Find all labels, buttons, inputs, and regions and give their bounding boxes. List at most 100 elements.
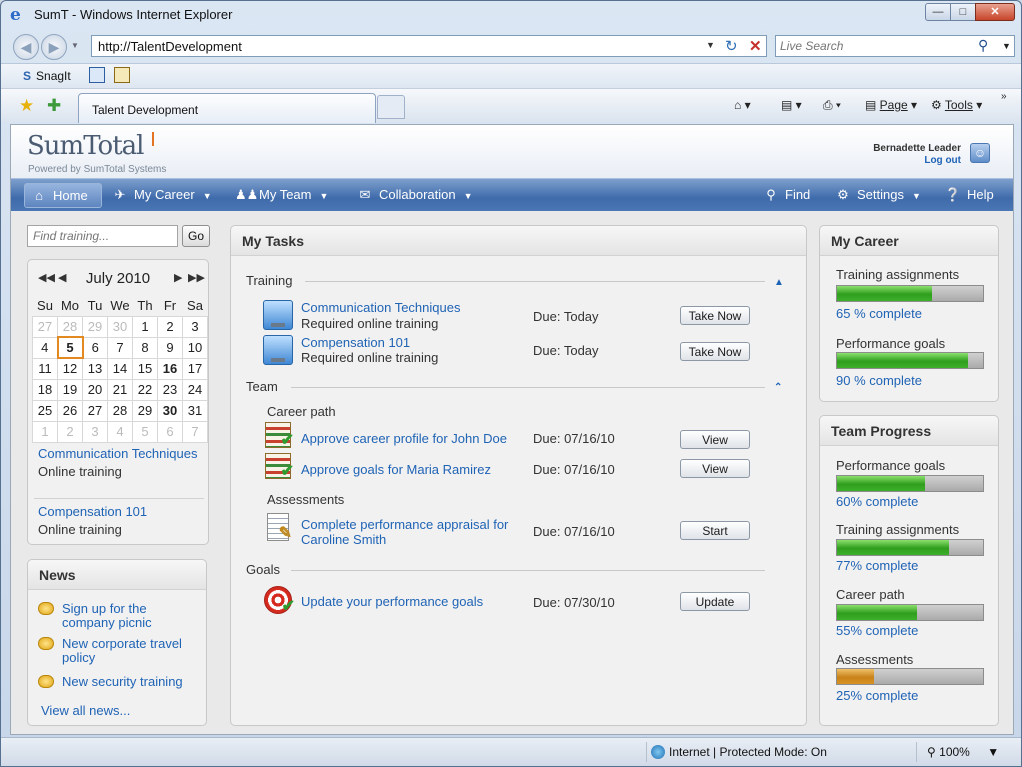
progress-text[interactable]: 25% complete	[836, 688, 918, 703]
task-link[interactable]: Communication Techniques	[301, 300, 460, 315]
user-avatar-icon[interactable]: ☺	[970, 143, 990, 163]
history-dropdown-icon[interactable]: ▼	[71, 41, 79, 50]
page-menu[interactable]: ▤ Page ▾	[865, 98, 917, 112]
collapse-icon[interactable]: ⌃	[774, 382, 782, 393]
task-link-line2[interactable]: Caroline Smith	[301, 532, 386, 547]
address-dropdown-icon[interactable]: ▼	[706, 40, 715, 50]
progress-text[interactable]: 60% complete	[836, 494, 918, 509]
home-icon[interactable]: ⌂ ▾	[734, 98, 751, 112]
calendar-day[interactable]: 3	[182, 315, 208, 338]
security-zone[interactable]: Internet | Protected Mode: On	[646, 742, 914, 762]
logout-link[interactable]: Log out	[833, 155, 961, 166]
task-link[interactable]: Approve goals for Maria Ramirez	[301, 462, 491, 477]
calendar-day[interactable]: 12	[57, 357, 83, 380]
calendar-day[interactable]: 21	[107, 378, 133, 401]
view-all-news-link[interactable]: View all news...	[41, 703, 130, 718]
nav-settings[interactable]: ⚙ Settings ▼	[833, 187, 921, 203]
calendar-day[interactable]: 29	[132, 399, 158, 422]
task-link[interactable]: Update your performance goals	[301, 594, 483, 609]
next-month-icon[interactable]: ▶	[174, 271, 182, 284]
task-link[interactable]: Complete performance appraisal for Caroli…	[301, 517, 508, 547]
calendar-day[interactable]: 28	[107, 399, 133, 422]
nav-collaboration[interactable]: ✉ Collaboration ▼	[355, 187, 473, 203]
progress-text[interactable]: 55% complete	[836, 623, 918, 638]
calendar-day[interactable]: 30	[107, 315, 133, 338]
collapse-icon[interactable]: ▲	[774, 277, 784, 288]
calendar-event-title[interactable]: Communication Techniques	[38, 446, 197, 461]
news-item[interactable]: Sign up for the company picnic	[38, 602, 202, 630]
calendar-day[interactable]: 27	[82, 399, 108, 422]
view-button[interactable]: View	[680, 430, 750, 449]
calendar-day[interactable]: 26	[57, 399, 83, 422]
progress-text[interactable]: 90 % complete	[836, 373, 922, 388]
live-search-input[interactable]	[780, 39, 970, 53]
calendar-day[interactable]: 22	[132, 378, 158, 401]
snagit-capture-icon[interactable]	[89, 67, 105, 83]
calendar-event[interactable]: Compensation 101 Online training	[38, 504, 147, 537]
address-url[interactable]: http://TalentDevelopment	[98, 39, 242, 54]
news-item-label[interactable]: New security training	[62, 675, 202, 689]
calendar-day[interactable]: 17	[182, 357, 208, 380]
calendar-day[interactable]: 4	[107, 420, 133, 443]
minimize-button[interactable]: —	[925, 3, 951, 21]
calendar-day[interactable]: 7	[107, 336, 133, 359]
calendar-day[interactable]: 2	[157, 315, 183, 338]
progress-text[interactable]: 65 % complete	[836, 306, 922, 321]
news-item[interactable]: New security training	[38, 675, 202, 689]
calendar-day[interactable]: 23	[157, 378, 183, 401]
calendar-day[interactable]: 27	[32, 315, 58, 338]
back-button[interactable]: ◀	[13, 34, 39, 60]
calendar-day[interactable]: 29	[82, 315, 108, 338]
task-link-line1[interactable]: Complete performance appraisal for	[301, 517, 508, 532]
calendar-day[interactable]: 15	[132, 357, 158, 380]
calendar-day[interactable]: 14	[107, 357, 133, 380]
calendar-day-today[interactable]: 5	[56, 336, 84, 359]
task-link[interactable]: Compensation 101	[301, 335, 410, 350]
feeds-icon[interactable]: ▤ ▾	[781, 98, 802, 112]
forward-button[interactable]: ▶	[41, 34, 67, 60]
calendar-day[interactable]: 4	[32, 336, 58, 359]
update-button[interactable]: Update	[680, 592, 750, 611]
address-bar[interactable]: http://TalentDevelopment ▼ ↻ ✕	[91, 35, 767, 57]
next-year-icon[interactable]: ▶▶	[188, 271, 205, 284]
calendar-day[interactable]: 25	[32, 399, 58, 422]
calendar-day[interactable]: 28	[57, 315, 83, 338]
favorites-star-icon[interactable]: ★	[19, 96, 34, 116]
calendar-day[interactable]: 7	[182, 420, 208, 443]
view-button[interactable]: View	[680, 459, 750, 478]
add-favorites-icon[interactable]: ✚	[47, 96, 61, 116]
calendar-day[interactable]: 1	[132, 315, 158, 338]
take-now-button[interactable]: Take Now	[680, 342, 750, 361]
maximize-button[interactable]: □	[950, 3, 976, 21]
zoom-dropdown-icon[interactable]: ▼	[987, 745, 999, 759]
calendar-day[interactable]: 9	[157, 336, 183, 359]
start-button[interactable]: Start	[680, 521, 750, 540]
take-now-button[interactable]: Take Now	[680, 306, 750, 325]
calendar-day[interactable]: 24	[182, 378, 208, 401]
live-search-box[interactable]: ⚲ ▼	[775, 35, 1015, 57]
nav-help[interactable]: ❔ Help	[943, 187, 994, 203]
calendar-event-title[interactable]: Compensation 101	[38, 504, 147, 519]
chevron-more-icon[interactable]: »	[1001, 91, 1007, 102]
calendar-day[interactable]: 6	[82, 336, 108, 359]
find-training-input[interactable]	[27, 225, 178, 247]
calendar-day[interactable]: 20	[82, 378, 108, 401]
new-tab-button[interactable]	[377, 95, 405, 119]
calendar-event[interactable]: Communication Techniques Online training	[38, 446, 197, 479]
calendar-day[interactable]: 19	[57, 378, 83, 401]
close-button[interactable]: ✕	[975, 3, 1015, 21]
stop-icon[interactable]: ✕	[749, 37, 762, 55]
snagit-options-icon[interactable]	[114, 67, 130, 83]
calendar-day[interactable]: 3	[82, 420, 108, 443]
calendar-day[interactable]: 5	[132, 420, 158, 443]
nav-my-team[interactable]: ♟♟My Team ▼	[235, 187, 328, 203]
tools-menu[interactable]: ⚙ Tools ▾	[931, 98, 982, 112]
snagit-button[interactable]: S SnagIt	[23, 69, 71, 83]
calendar-day[interactable]: 1	[32, 420, 58, 443]
calendar-day[interactable]: 30	[157, 399, 183, 422]
search-dropdown-icon[interactable]: ▼	[1002, 41, 1011, 51]
calendar-day[interactable]: 8	[132, 336, 158, 359]
tab-talent-development[interactable]: Talent Development	[78, 93, 376, 123]
calendar-day[interactable]: 11	[32, 357, 58, 380]
calendar-day[interactable]: 6	[157, 420, 183, 443]
